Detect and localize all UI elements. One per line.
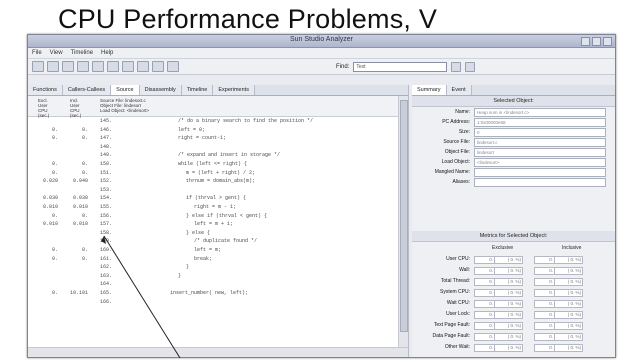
pointer-arrow (101, 235, 181, 359)
arrow-line (103, 235, 181, 359)
